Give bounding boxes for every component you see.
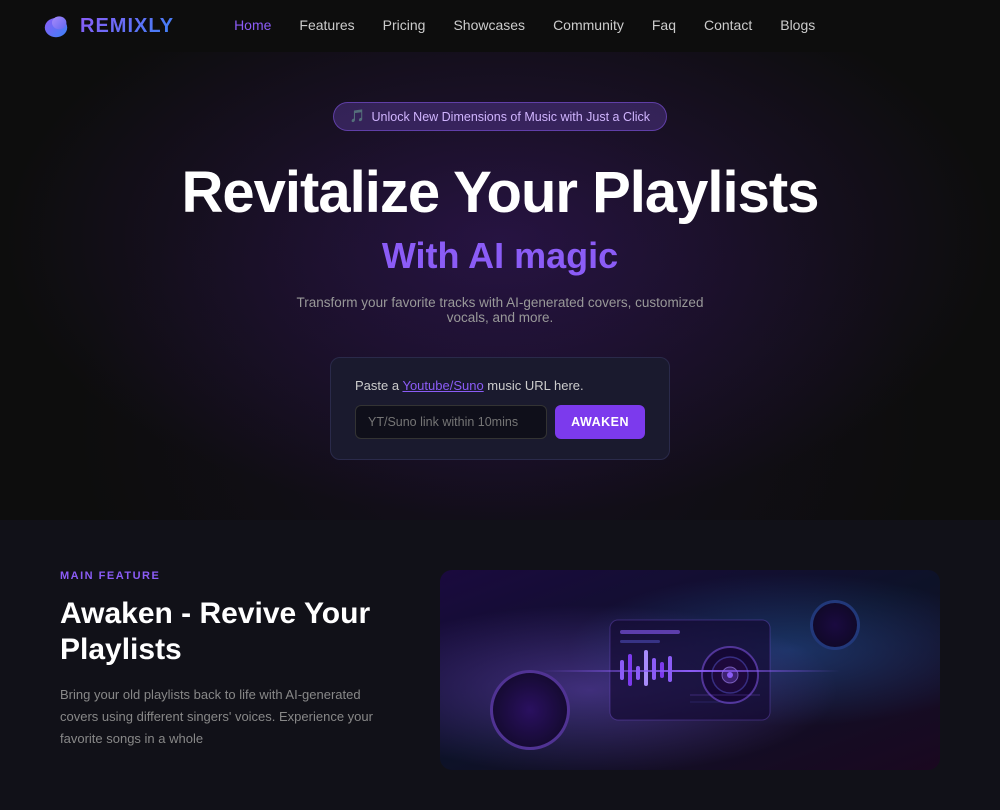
feature-title: Awaken - Revive Your Playlists [60, 596, 380, 668]
url-input-row: AWAKEN [355, 405, 645, 439]
nav-faq[interactable]: Faq [652, 17, 676, 33]
url-input[interactable] [355, 405, 547, 439]
badge-emoji: 🎵 [350, 109, 366, 124]
url-label-suffix: music URL here. [484, 378, 584, 393]
feature-text: MAIN FEATURE Awaken - Revive Your Playli… [60, 570, 380, 750]
speaker-decoration-1 [490, 670, 570, 750]
logo-icon [40, 10, 72, 42]
nav-pricing[interactable]: Pricing [383, 17, 426, 33]
features-section: MAIN FEATURE Awaken - Revive Your Playli… [0, 520, 1000, 810]
url-link[interactable]: Youtube/Suno [402, 378, 483, 393]
nav-features[interactable]: Features [299, 17, 354, 33]
hero-title: Revitalize Your Playlists [182, 161, 819, 225]
url-card: Paste a Youtube/Suno music URL here. AWA… [330, 357, 670, 460]
nav-links: Home Features Pricing Showcases Communit… [234, 17, 815, 35]
nav-community[interactable]: Community [553, 17, 624, 33]
logo-text: REMIXLY [80, 15, 174, 38]
speaker-decoration-2 [810, 600, 860, 650]
nav-blogs[interactable]: Blogs [780, 17, 815, 33]
logo[interactable]: REMIXLY [40, 10, 174, 42]
navbar: REMIXLY Home Features Pricing Showcases … [0, 0, 1000, 52]
feature-description: Bring your old playlists back to life wi… [60, 684, 380, 750]
nav-showcases[interactable]: Showcases [453, 17, 525, 33]
feature-image-inner [440, 570, 940, 770]
hero-badge: 🎵 Unlock New Dimensions of Music with Ju… [333, 102, 667, 131]
awaken-button[interactable]: AWAKEN [555, 405, 645, 439]
hero-subtitle: With AI magic [382, 235, 618, 277]
url-label: Paste a Youtube/Suno music URL here. [355, 378, 645, 393]
feature-image [440, 570, 940, 770]
nav-home[interactable]: Home [234, 17, 271, 33]
section-label: MAIN FEATURE [60, 570, 380, 582]
url-label-prefix: Paste a [355, 378, 402, 393]
hero-section: 🎵 Unlock New Dimensions of Music with Ju… [0, 52, 1000, 520]
hero-description: Transform your favorite tracks with AI-g… [290, 295, 710, 325]
badge-text: Unlock New Dimensions of Music with Just… [372, 110, 651, 124]
nav-contact[interactable]: Contact [704, 17, 752, 33]
glow-line [540, 670, 840, 672]
